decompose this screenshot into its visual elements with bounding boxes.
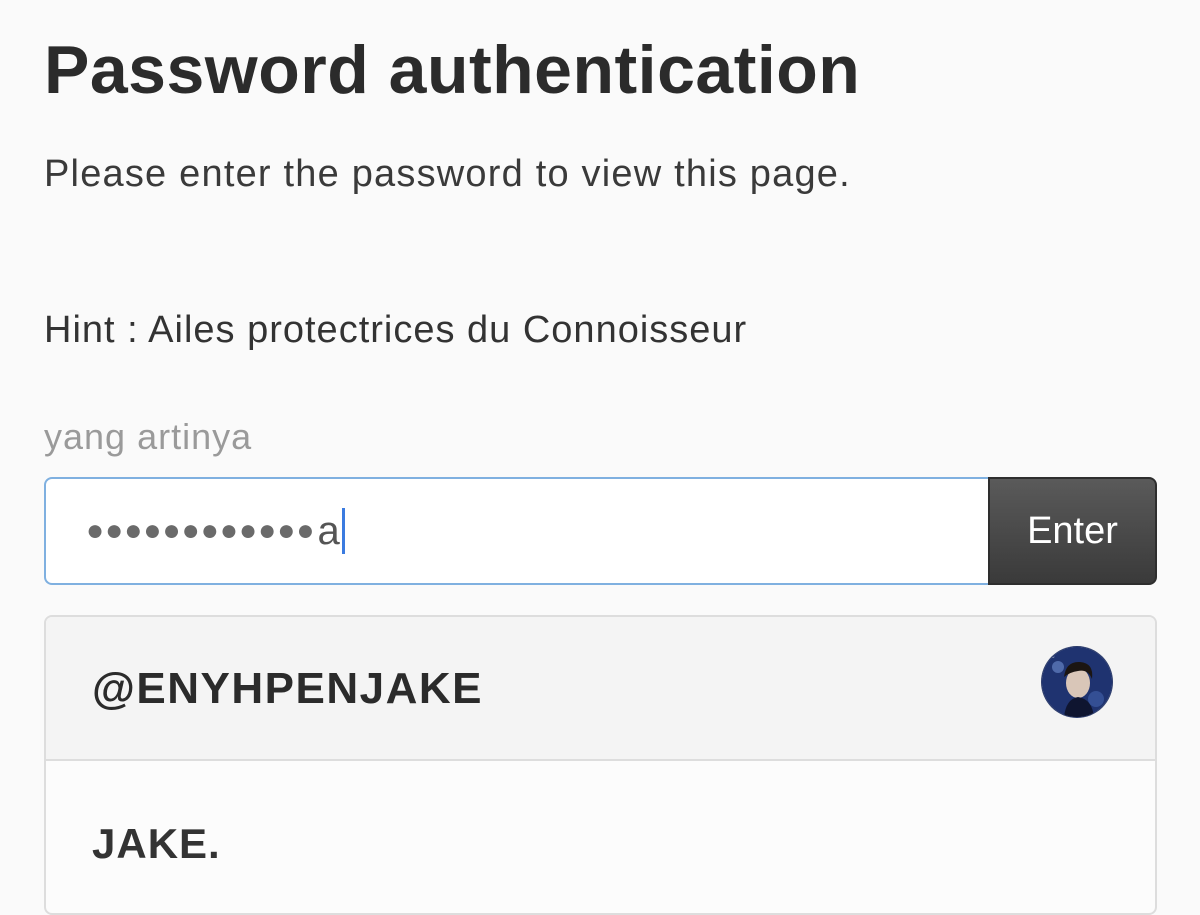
svg-text:~: ~ (1050, 654, 1055, 661)
password-typed-char: a (317, 509, 340, 553)
card-header: @ENYHPENJAKE ~ (46, 617, 1155, 761)
card-handle: @ENYHPENJAKE (92, 664, 483, 713)
text-caret (341, 508, 345, 554)
card-body: JAKE. (46, 761, 1155, 913)
password-input[interactable]: ●●●●●●●●●●●● a (44, 477, 988, 585)
page-subtitle: Please enter the password to view this p… (44, 153, 851, 195)
profile-avatar-icon: ~ (1042, 647, 1112, 717)
password-masked-value: ●●●●●●●●●●●● (86, 514, 316, 547)
password-form: ●●●●●●●●●●●● a Enter (44, 477, 1157, 585)
page-title: Password authentication (44, 32, 861, 108)
card-name: JAKE. (92, 820, 221, 867)
avatar[interactable]: ~ (1042, 647, 1112, 717)
helper-text: yang artinya (44, 416, 253, 457)
enter-button[interactable]: Enter (988, 477, 1157, 585)
profile-card: @ENYHPENJAKE ~ JAKE. (44, 615, 1157, 915)
password-page: Password authentication Please enter the… (0, 0, 1200, 915)
password-hint: Hint : Ailes protectrices du Connoisseur (44, 309, 748, 351)
